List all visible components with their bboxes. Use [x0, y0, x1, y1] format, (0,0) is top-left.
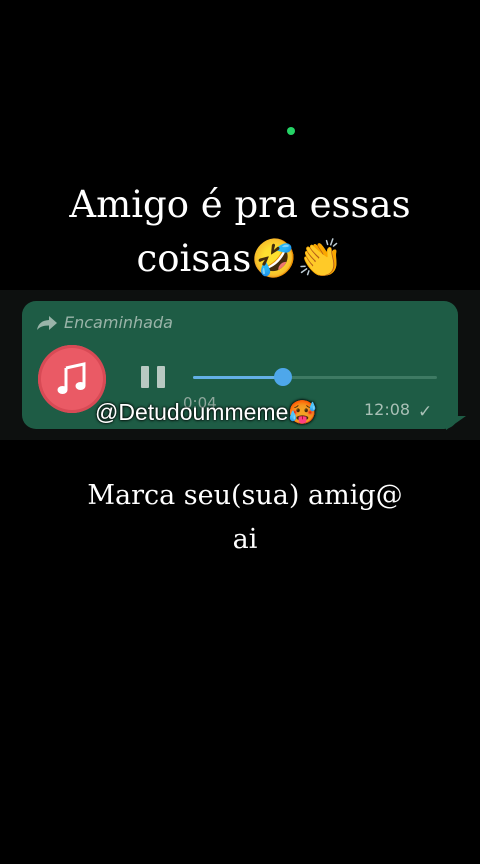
caption-text: Marca seu(sua) amig@ ai [0, 474, 480, 562]
caption-line-1: Marca seu(sua) amig@ [87, 480, 403, 511]
forwarded-text: Encaminhada [64, 313, 173, 332]
headline-line-2: coisas🤣👏 [136, 237, 344, 280]
headline-text: Amigo é pra essas coisas🤣👏 [0, 178, 480, 286]
online-indicator-dot [287, 127, 295, 135]
page: { "headline": { "line1": "Amigo é pra es… [0, 0, 480, 864]
pause-bar-left [141, 366, 149, 388]
audio-progress-fill [193, 376, 284, 379]
forwarded-label: Encaminhada [36, 313, 173, 332]
forward-arrow-icon [37, 315, 57, 330]
audio-progress-track[interactable] [193, 368, 437, 386]
pause-icon[interactable] [141, 366, 165, 388]
music-note-icon [57, 362, 86, 394]
bubble-tail [446, 416, 466, 430]
watermark-handle: @Detudoummeme🥵 [95, 399, 318, 425]
pause-bar-right [157, 366, 165, 388]
caption-line-2: ai [232, 524, 258, 555]
check-icon: ✓ [418, 402, 433, 422]
message-sent-time: 12:08 [364, 400, 411, 419]
headline-line-1: Amigo é pra essas [69, 183, 411, 226]
